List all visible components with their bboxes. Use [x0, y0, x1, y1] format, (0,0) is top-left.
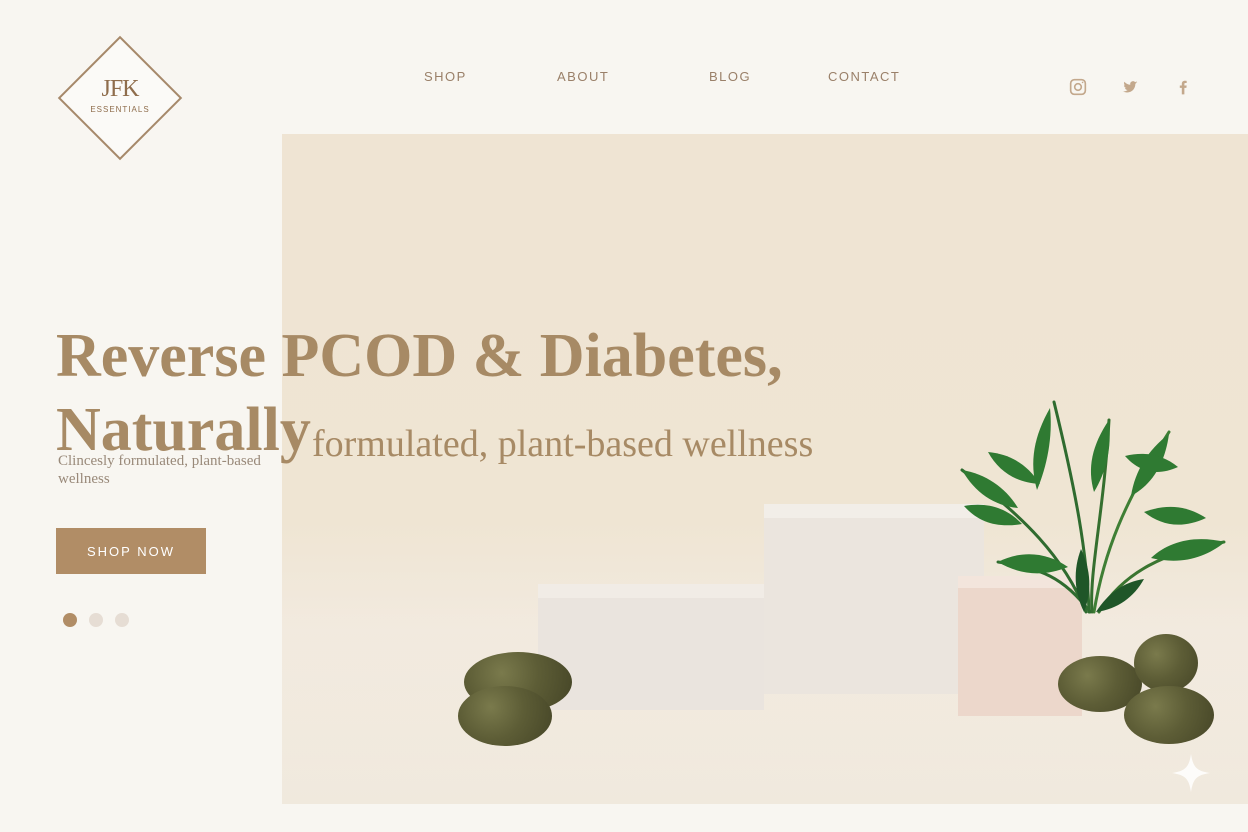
twitter-icon[interactable] — [1119, 76, 1141, 98]
moss-rock-right-2 — [1134, 634, 1198, 692]
instagram-icon[interactable] — [1067, 76, 1089, 98]
hero-image-panel — [282, 134, 1248, 804]
hero-title-line1: Reverse PCOD & Diabetes, — [56, 322, 783, 390]
nav-blog[interactable]: BLOG — [709, 69, 751, 84]
nav-contact[interactable]: CONTACT — [828, 69, 900, 84]
carousel-dot-active[interactable] — [63, 613, 77, 627]
logo-subtext: ESSENTIALS — [90, 105, 150, 114]
hero-overlay-text: formulated, plant-based wellness — [312, 423, 814, 465]
shop-now-button[interactable]: SHOP NOW — [56, 528, 206, 574]
moss-rock-left-2 — [458, 686, 552, 746]
facebook-icon[interactable] — [1172, 76, 1194, 98]
main-nav: SHOP ABOUT BLOG CONTACT — [0, 69, 1248, 89]
hero-small-copy: Clincesly formulated, plant-based wellne… — [58, 453, 261, 487]
moss-rock-right-3 — [1124, 686, 1214, 744]
nav-about[interactable]: ABOUT — [557, 69, 609, 84]
nav-shop[interactable]: SHOP — [424, 69, 467, 84]
sparkle-icon — [1168, 750, 1214, 796]
carousel-dot[interactable] — [89, 613, 103, 627]
white-pedestal-left — [538, 584, 764, 710]
brand-logo[interactable]: JFK ESSENTIALS — [57, 35, 183, 161]
carousel-dot[interactable] — [115, 613, 129, 627]
plant-image — [960, 400, 1226, 614]
carousel-dots — [63, 613, 133, 627]
